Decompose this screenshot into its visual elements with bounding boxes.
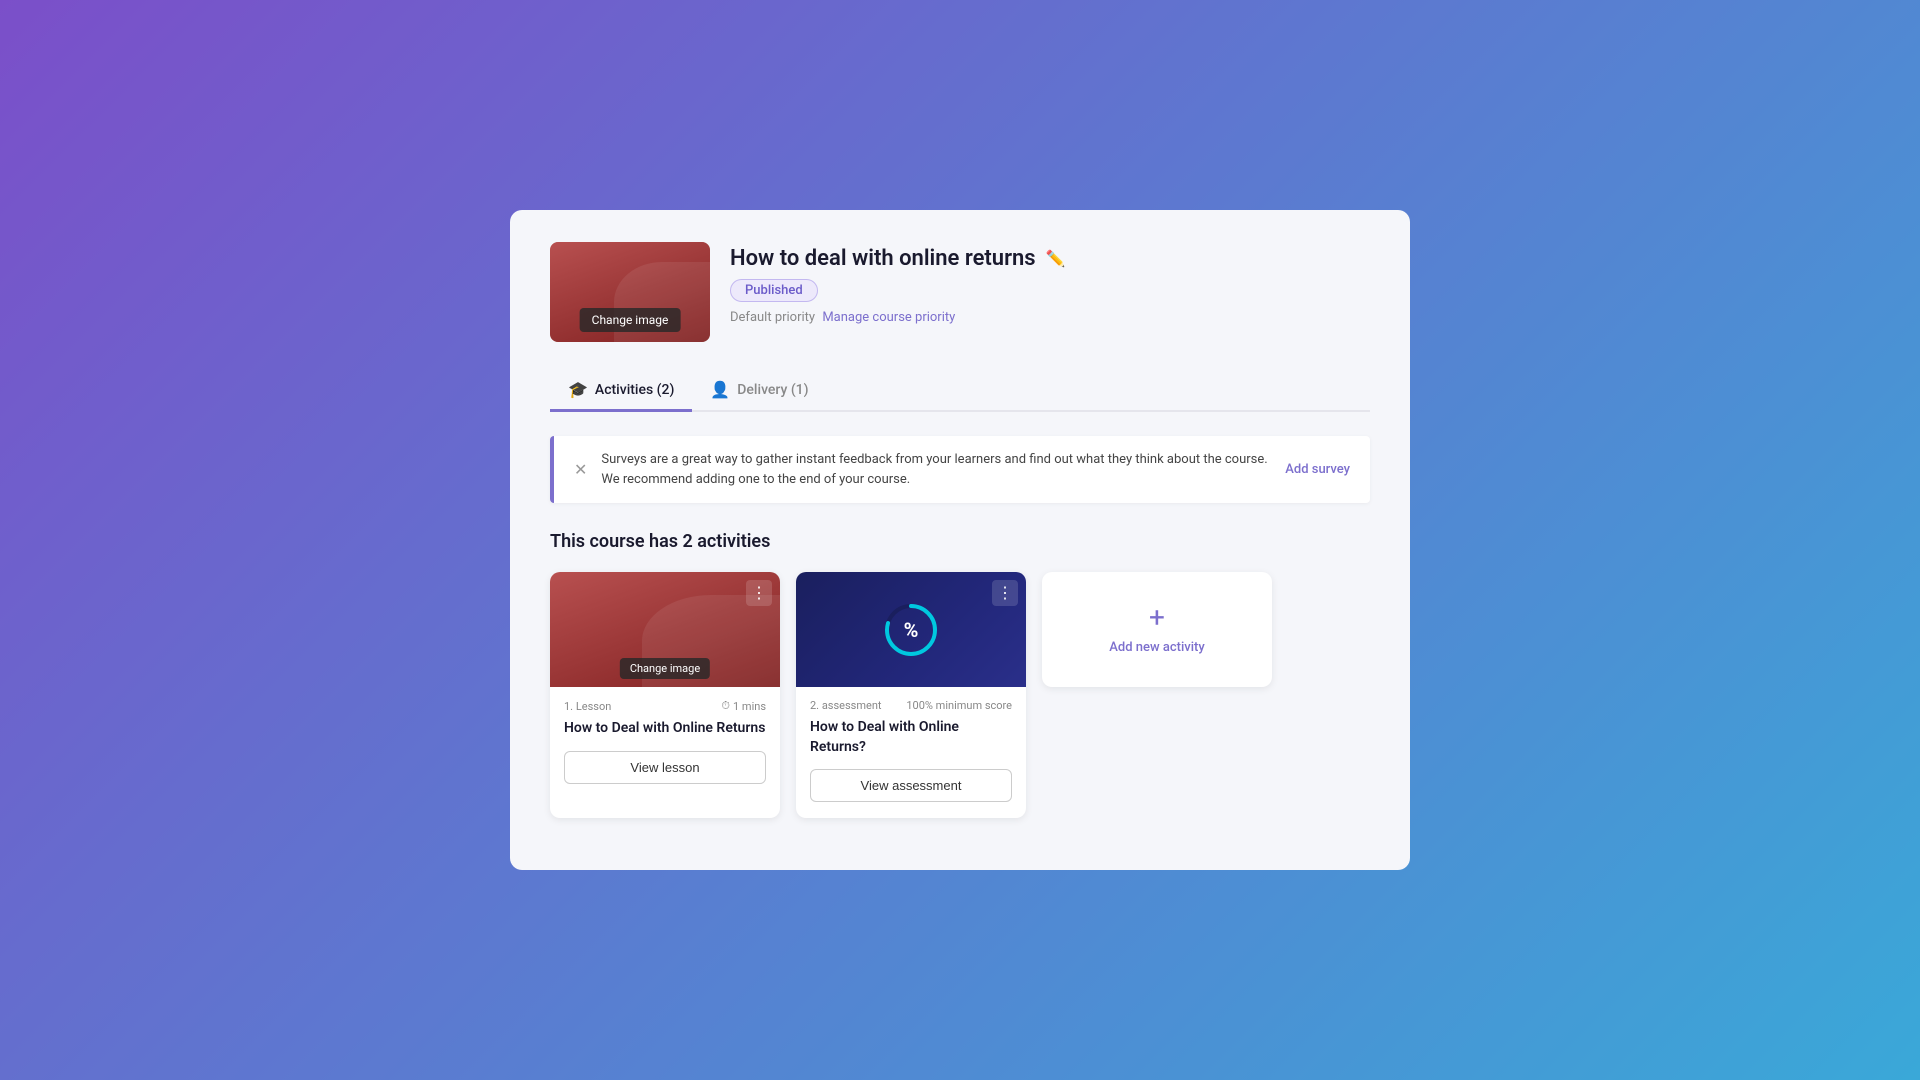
survey-banner: ✕ Surveys are a great way to gather inst… (550, 436, 1370, 503)
percent-circle: % (883, 602, 939, 658)
activity-card-assessment: % ⋮ 2. assessment 100% minimum score How… (796, 572, 1026, 818)
change-image-button[interactable]: Change image (580, 308, 681, 332)
course-thumbnail: Change image (550, 242, 710, 342)
clock-icon: ⏱ (721, 699, 730, 713)
lesson-change-image-button[interactable]: Change image (620, 658, 710, 679)
tab-activities-label: Activities (2) (595, 382, 674, 398)
delivery-icon: 👤 (710, 380, 730, 399)
lesson-card-body: 1. Lesson ⏱ 1 mins How to Deal with Onli… (550, 687, 780, 800)
add-survey-link[interactable]: Add survey (1285, 462, 1350, 477)
activities-grid: ⋮ Change image 1. Lesson ⏱ 1 mins How to… (550, 572, 1370, 818)
banner-close-button[interactable]: ✕ (574, 460, 587, 479)
assessment-type: 2. assessment (810, 699, 882, 712)
lesson-card-menu-button[interactable]: ⋮ (746, 580, 772, 606)
assessment-card-body: 2. assessment 100% minimum score How to … (796, 687, 1026, 818)
lesson-meta: 1. Lesson ⏱ 1 mins (564, 699, 766, 713)
assessment-score: 100% minimum score (906, 699, 1012, 712)
banner-text: Surveys are a great way to gather instan… (601, 450, 1271, 489)
main-window: Change image How to deal with online ret… (510, 210, 1410, 870)
view-assessment-button[interactable]: View assessment (810, 769, 1012, 802)
tab-delivery-label: Delivery (1) (737, 382, 808, 398)
lesson-duration: ⏱ 1 mins (721, 699, 766, 713)
status-badge: Published (730, 279, 818, 302)
course-title-row: How to deal with online returns ✏️ (730, 246, 1370, 271)
course-header: Change image How to deal with online ret… (550, 242, 1370, 342)
priority-label: Default priority (730, 310, 815, 325)
manage-priority-link[interactable]: Manage course priority (822, 310, 955, 325)
add-activity-card[interactable]: + Add new activity (1042, 572, 1272, 687)
add-activity-icon: + (1149, 604, 1165, 632)
course-info: How to deal with online returns ✏️ Publi… (730, 242, 1370, 325)
lesson-title: How to Deal with Online Returns (564, 719, 766, 739)
add-activity-label: Add new activity (1109, 640, 1204, 655)
activities-icon: 🎓 (568, 380, 588, 399)
view-lesson-button[interactable]: View lesson (564, 751, 766, 784)
assessment-title: How to Deal with Online Returns? (810, 718, 1012, 757)
activity-card-lesson: ⋮ Change image 1. Lesson ⏱ 1 mins How to… (550, 572, 780, 818)
section-title: This course has 2 activities (550, 531, 1370, 552)
course-title: How to deal with online returns (730, 246, 1036, 271)
tab-activities[interactable]: 🎓 Activities (2) (550, 370, 692, 412)
assessment-card-image: % ⋮ (796, 572, 1026, 687)
assessment-card-menu-button[interactable]: ⋮ (992, 580, 1018, 606)
tabs-container: 🎓 Activities (2) 👤 Delivery (1) (550, 370, 1370, 412)
priority-row: Default priority Manage course priority (730, 310, 1370, 325)
edit-icon[interactable]: ✏️ (1046, 249, 1066, 268)
assessment-meta: 2. assessment 100% minimum score (810, 699, 1012, 712)
lesson-card-image: ⋮ Change image (550, 572, 780, 687)
lesson-type: 1. Lesson (564, 700, 611, 713)
percent-symbol: % (904, 618, 919, 642)
tab-delivery[interactable]: 👤 Delivery (1) (692, 370, 826, 412)
